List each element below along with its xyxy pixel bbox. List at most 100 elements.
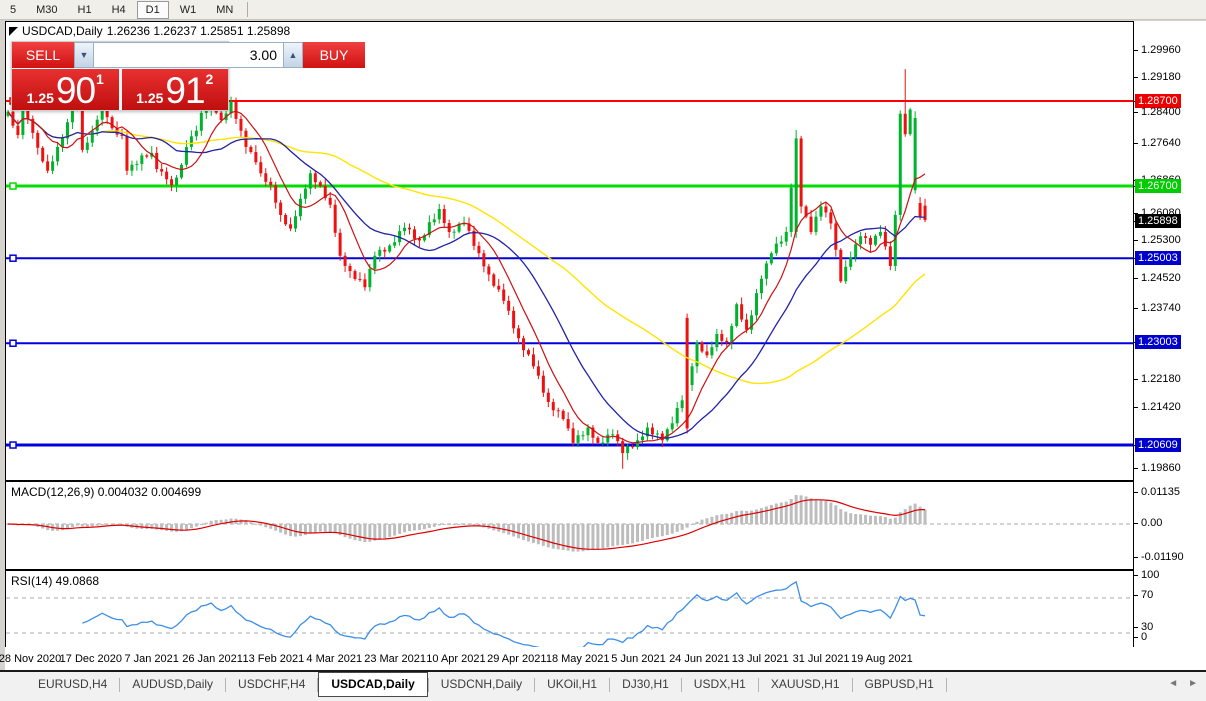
indicator-axis-label: 100 bbox=[1141, 569, 1159, 582]
macd-histogram-bar bbox=[824, 501, 827, 524]
chart-tabs-bar: EURUSD,H4AUDUSD,DailyUSDCHF,H4USDCAD,Dai… bbox=[0, 670, 1206, 701]
candle-body bbox=[497, 286, 500, 290]
candle-body bbox=[507, 301, 510, 311]
macd-histogram-bar bbox=[294, 524, 297, 537]
macd-histogram-bar bbox=[458, 524, 461, 525]
timeframe-button-mn[interactable]: MN bbox=[207, 1, 242, 19]
price-level-badge: 1.23003 bbox=[1135, 335, 1181, 349]
macd-histogram-bar bbox=[740, 511, 743, 524]
timeframe-button-h1[interactable]: H1 bbox=[69, 1, 101, 19]
date-axis[interactable]: 28 Nov 202017 Dec 20207 Jan 202126 Jan 2… bbox=[5, 647, 1206, 670]
candle-body bbox=[537, 366, 540, 375]
macd-histogram-bar bbox=[259, 524, 262, 526]
timeframe-button-w1[interactable]: W1 bbox=[171, 1, 206, 19]
candle-body bbox=[775, 244, 778, 254]
candle-body bbox=[606, 435, 609, 443]
timeframe-button-h4[interactable]: H4 bbox=[103, 1, 135, 19]
tab-usdcad-daily[interactable]: USDCAD,Daily bbox=[318, 672, 427, 697]
tab-dj30-h1[interactable]: DJ30,H1 bbox=[610, 673, 681, 696]
tab-gbpusd-h1[interactable]: GBPUSD,H1 bbox=[853, 673, 946, 696]
tab-scroll-right-icon[interactable]: ► bbox=[1188, 679, 1198, 689]
axis-tick bbox=[1134, 627, 1138, 628]
candle-body bbox=[383, 250, 386, 252]
macd-histogram-bar bbox=[601, 524, 604, 549]
tab-ukoil-h1[interactable]: UKOil,H1 bbox=[535, 673, 609, 696]
candle-body bbox=[155, 153, 158, 169]
level-line-handle[interactable] bbox=[10, 255, 16, 261]
buy-button[interactable]: BUY bbox=[303, 42, 365, 68]
candle-body bbox=[334, 205, 337, 233]
candle-body bbox=[874, 236, 877, 245]
sell-price-button[interactable]: 1.25 90 1 bbox=[12, 69, 119, 110]
candle-body bbox=[904, 114, 907, 134]
buy-price-main: 1.25 bbox=[136, 88, 163, 108]
candle-body bbox=[91, 131, 94, 143]
candle-body bbox=[453, 232, 456, 233]
macd-histogram-bar bbox=[884, 517, 887, 524]
macd-histogram-bar bbox=[686, 524, 689, 528]
sell-button[interactable]: SELL bbox=[12, 42, 74, 68]
price-axis-label: 1.24520 bbox=[1141, 272, 1181, 285]
candle-body bbox=[601, 443, 604, 444]
timeframe-button-d1[interactable]: D1 bbox=[137, 1, 169, 19]
candle-body bbox=[393, 242, 396, 245]
chart-ohlc-values: 1.26236 1.26237 1.25851 1.25898 bbox=[107, 24, 291, 38]
date-axis-label: 7 Jan 2021 bbox=[124, 653, 178, 665]
timeframe-button-m30[interactable]: M30 bbox=[27, 1, 66, 19]
candle-body bbox=[86, 143, 89, 150]
candle-body bbox=[443, 209, 446, 223]
candle-body bbox=[175, 178, 178, 186]
macd-histogram-bar bbox=[914, 504, 917, 524]
macd-histogram-bar bbox=[413, 524, 416, 530]
macd-histogram-bar bbox=[616, 524, 619, 545]
buy-price-button[interactable]: 1.25 91 2 bbox=[122, 69, 229, 110]
candle-body bbox=[254, 152, 257, 162]
volume-stepper: ▼ ▲ bbox=[74, 42, 303, 68]
candle-body bbox=[235, 102, 238, 119]
tab-scroll-left-icon[interactable]: ◄ bbox=[1168, 679, 1178, 689]
candle-body bbox=[299, 199, 302, 216]
volume-increase-icon[interactable]: ▲ bbox=[283, 43, 302, 67]
level-line-handle[interactable] bbox=[10, 340, 16, 346]
price-axis[interactable]: 1.299601.291801.287001.284001.276401.268… bbox=[1133, 21, 1206, 647]
macd-histogram-bar bbox=[344, 524, 347, 537]
macd-histogram-bar bbox=[86, 524, 89, 527]
axis-tick bbox=[1134, 112, 1138, 113]
tab-audusd-daily[interactable]: AUDUSD,Daily bbox=[120, 673, 225, 696]
candle-body bbox=[413, 229, 416, 238]
candle-body bbox=[16, 126, 19, 135]
macd-histogram-bar bbox=[512, 524, 515, 537]
level-line-handle[interactable] bbox=[10, 183, 16, 189]
macd-histogram-bar bbox=[859, 514, 862, 524]
candle-body bbox=[512, 311, 515, 329]
tab-usdchf-h4[interactable]: USDCHF,H4 bbox=[226, 673, 317, 696]
date-axis-label: 17 Dec 2020 bbox=[60, 653, 122, 665]
rsi-panel-canvas[interactable] bbox=[6, 569, 1133, 648]
candle-body bbox=[165, 172, 168, 180]
price-axis-label: 1.29960 bbox=[1141, 44, 1181, 57]
tab-xauusd-h1[interactable]: XAUUSD,H1 bbox=[759, 673, 852, 696]
tab-eurusd-h4[interactable]: EURUSD,H4 bbox=[26, 673, 119, 696]
macd-histogram-bar bbox=[507, 524, 510, 535]
candle-body bbox=[552, 402, 555, 410]
candle-body bbox=[572, 428, 575, 442]
macd-histogram-bar bbox=[671, 524, 674, 534]
tab-usdx-h1[interactable]: USDX,H1 bbox=[682, 673, 758, 696]
macd-histogram-bar bbox=[591, 524, 594, 550]
candle-body bbox=[140, 155, 143, 164]
candle-body bbox=[725, 341, 728, 343]
volume-input[interactable] bbox=[94, 43, 283, 67]
candle-body bbox=[691, 366, 694, 385]
tab-usdcnh-daily[interactable]: USDCNH,Daily bbox=[429, 673, 534, 696]
macd-histogram-bar bbox=[547, 524, 550, 547]
candle-body bbox=[349, 266, 352, 271]
macd-histogram-bar bbox=[388, 524, 391, 537]
timeframe-button-5[interactable]: 5 bbox=[1, 1, 25, 19]
macd-histogram-bar bbox=[894, 518, 897, 524]
candle-body bbox=[358, 279, 361, 280]
level-line-handle[interactable] bbox=[10, 442, 16, 448]
macd-histogram-bar bbox=[795, 495, 798, 524]
candle-body bbox=[145, 155, 148, 156]
axis-tick bbox=[1134, 278, 1138, 279]
volume-decrease-icon[interactable]: ▼ bbox=[75, 43, 94, 67]
